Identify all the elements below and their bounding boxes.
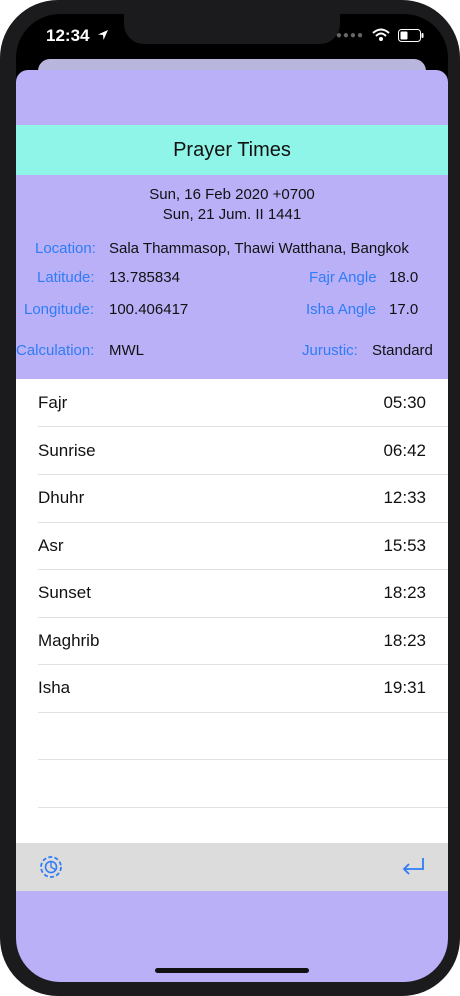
gregorian-date: Sun, 16 Feb 2020 +0700 bbox=[149, 186, 315, 203]
isha-angle-value: 17.0 bbox=[389, 301, 419, 318]
screen: 12:34 ●●●● Prayer Times Sun, 16 Feb 2020… bbox=[16, 14, 448, 982]
fajr-angle-value: 18.0 bbox=[389, 269, 419, 286]
prayer-times-list[interactable]: Fajr 05:30 Sunrise 06:42 Dhuhr 12:33 Asr… bbox=[16, 379, 448, 843]
status-time: 12:34 bbox=[46, 26, 109, 46]
list-item[interactable]: Isha 19:31 bbox=[16, 664, 448, 711]
signal-icon: ●●●● bbox=[335, 29, 364, 41]
isha-angle-label: Isha Angle bbox=[306, 301, 377, 318]
prayer-name: Isha bbox=[38, 678, 71, 697]
prayer-time: 12:33 bbox=[383, 488, 426, 507]
wifi-icon bbox=[372, 28, 390, 41]
longitude-label: Longitude: bbox=[24, 301, 95, 318]
prayer-time: 06:42 bbox=[383, 441, 426, 460]
prayer-sheet: Prayer Times Sun, 16 Feb 2020 +0700 Sun,… bbox=[16, 70, 448, 982]
row-divider bbox=[38, 759, 448, 760]
prayer-time: 18:23 bbox=[383, 631, 426, 650]
prayer-time: 15:53 bbox=[383, 536, 426, 555]
settings-icon[interactable] bbox=[38, 854, 64, 880]
prayer-name: Maghrib bbox=[38, 631, 100, 650]
list-item[interactable]: Asr 15:53 bbox=[16, 522, 448, 569]
return-icon[interactable] bbox=[400, 855, 426, 879]
bottom-toolbar bbox=[16, 843, 448, 891]
phone-frame: 12:34 ●●●● Prayer Times Sun, 16 Feb 2020… bbox=[0, 0, 460, 996]
row-divider bbox=[38, 807, 448, 808]
calculation-label: Calculation: bbox=[16, 342, 95, 359]
latitude-value: 13.785834 bbox=[109, 269, 180, 286]
date-block: Sun, 16 Feb 2020 +0700 Sun, 21 Jum. II 1… bbox=[16, 185, 448, 225]
prayer-time: 19:31 bbox=[383, 678, 426, 697]
fajr-angle-label: Fajr Angle bbox=[309, 269, 377, 286]
home-indicator[interactable] bbox=[155, 968, 309, 973]
prayer-time: 18:23 bbox=[383, 583, 426, 602]
page-title: Prayer Times bbox=[16, 125, 448, 175]
juristic-value: Standard bbox=[372, 342, 433, 359]
list-item[interactable]: Dhuhr 12:33 bbox=[16, 474, 448, 521]
battery-icon bbox=[398, 28, 424, 42]
prayer-time: 05:30 bbox=[383, 393, 426, 412]
list-item[interactable]: Fajr 05:30 bbox=[16, 379, 448, 426]
hijri-date: Sun, 21 Jum. II 1441 bbox=[162, 206, 302, 223]
list-item[interactable]: Maghrib 18:23 bbox=[16, 617, 448, 664]
latitude-label: Latitude: bbox=[37, 269, 95, 286]
prayer-name: Fajr bbox=[38, 393, 68, 412]
status-icons: ●●●● bbox=[336, 28, 424, 42]
row-divider bbox=[38, 712, 448, 713]
calculation-value: MWL bbox=[109, 342, 144, 359]
list-item[interactable]: Sunrise 06:42 bbox=[16, 427, 448, 474]
location-value: Sala Thammasop, Thawi Watthana, Bangkok bbox=[109, 240, 409, 257]
location-label: Location: bbox=[35, 240, 96, 257]
juristic-label: Jurustic: bbox=[302, 342, 358, 359]
longitude-value: 100.406417 bbox=[109, 301, 189, 318]
notch bbox=[124, 14, 340, 44]
prayer-name: Dhuhr bbox=[38, 488, 85, 507]
list-item[interactable]: Sunset 18:23 bbox=[16, 569, 448, 616]
prayer-name: Sunrise bbox=[38, 441, 96, 460]
prayer-name: Asr bbox=[38, 536, 64, 555]
prayer-name: Sunset bbox=[38, 583, 91, 602]
location-arrow-icon bbox=[98, 30, 109, 40]
